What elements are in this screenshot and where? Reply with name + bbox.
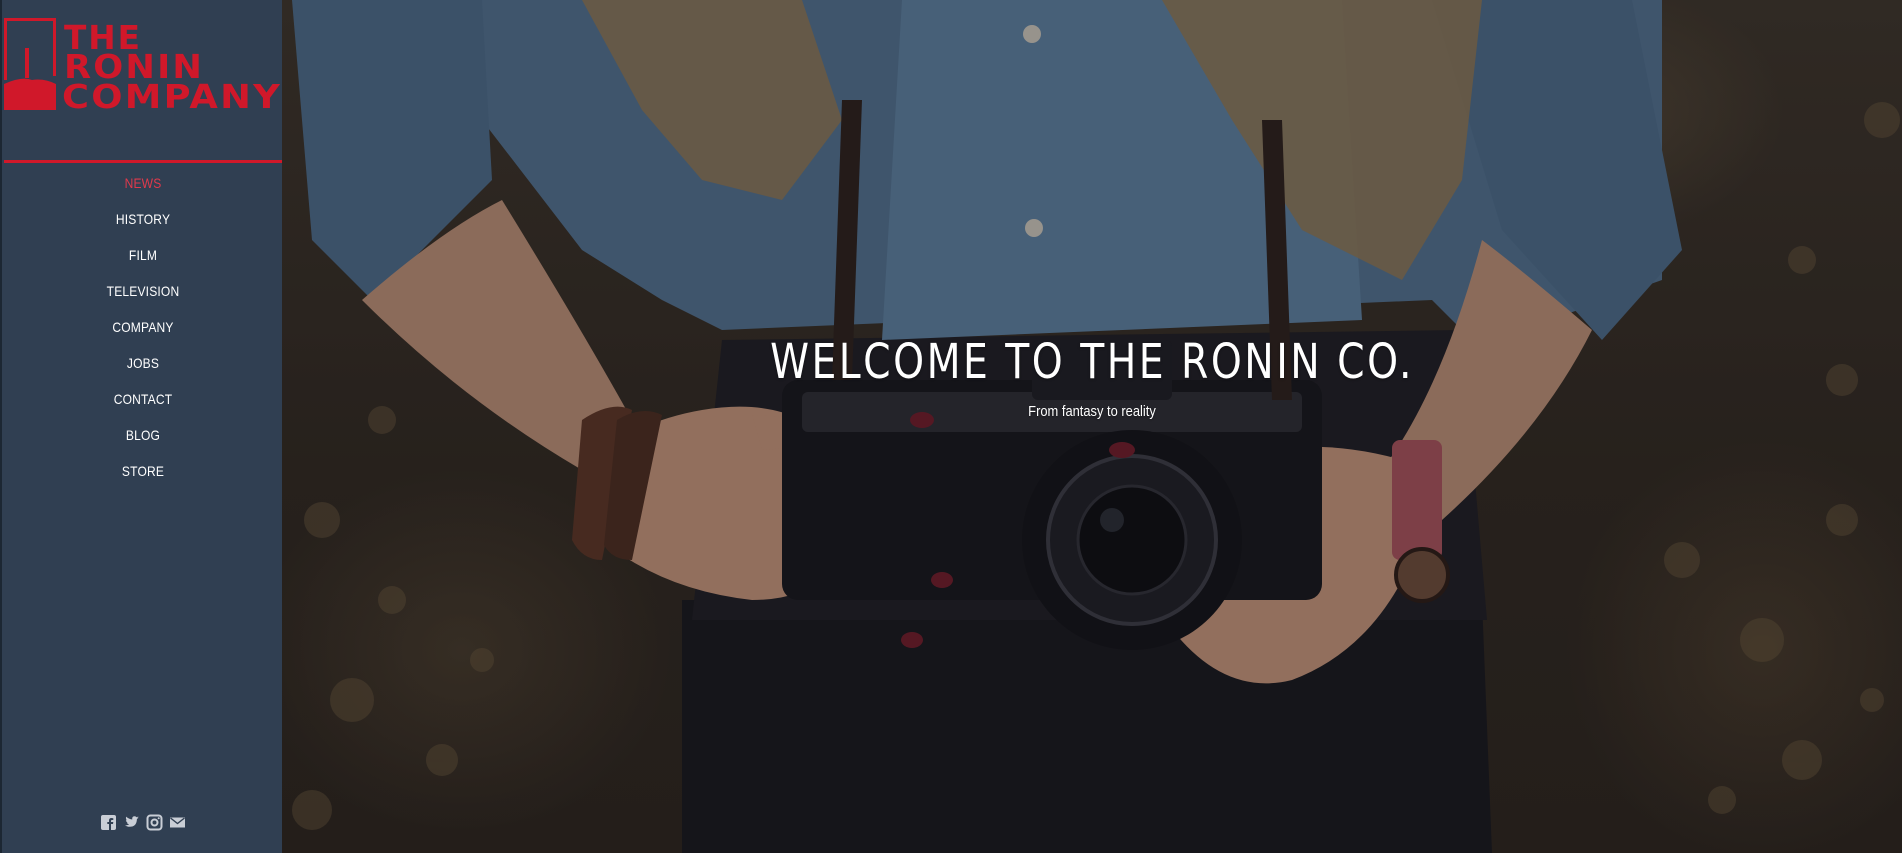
nav-item-store[interactable]: STORE — [22, 458, 265, 494]
mail-icon[interactable] — [169, 814, 186, 831]
sidebar: THE RONIN COMPANY NEWS HISTORY FILM TELE… — [0, 0, 284, 853]
logo-divider — [4, 160, 284, 163]
social-links — [2, 814, 284, 831]
nav-item-contact[interactable]: CONTACT — [22, 386, 265, 422]
hero-subtitle: From fantasy to reality — [1028, 403, 1156, 420]
instagram-icon[interactable] — [146, 814, 163, 831]
nav-item-film[interactable]: FILM — [22, 242, 265, 278]
logo-mark-icon — [4, 18, 56, 110]
logo-line-company: COMPANY — [62, 77, 282, 114]
nav-item-blog[interactable]: BLOG — [22, 422, 265, 458]
hero-title: WELCOME TO THE RONIN CO. — [770, 334, 1414, 390]
nav-item-jobs[interactable]: JOBS — [22, 350, 265, 386]
hero-section: WELCOME TO THE RONIN CO. From fantasy to… — [282, 0, 1902, 853]
facebook-icon[interactable] — [100, 814, 117, 831]
main-nav: NEWS HISTORY FILM TELEVISION COMPANY JOB… — [2, 170, 284, 494]
twitter-icon[interactable] — [123, 814, 140, 831]
nav-item-company[interactable]: COMPANY — [22, 314, 265, 350]
nav-item-history[interactable]: HISTORY — [22, 206, 265, 242]
nav-item-news[interactable]: NEWS — [22, 170, 265, 206]
company-logo[interactable]: THE RONIN COMPANY — [2, 14, 284, 114]
hero-overlay — [282, 0, 1902, 853]
nav-item-television[interactable]: TELEVISION — [22, 278, 265, 314]
